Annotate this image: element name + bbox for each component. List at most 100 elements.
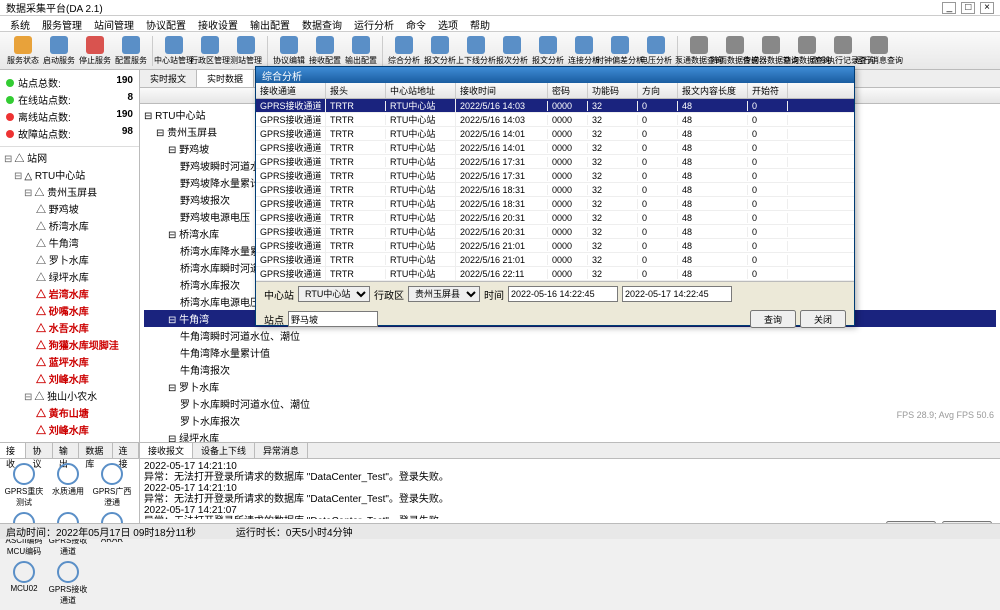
menu-item[interactable]: 输出配置 xyxy=(244,16,296,33)
menu-item[interactable]: 选项 xyxy=(432,16,464,33)
modal-query-button[interactable]: 查询 xyxy=(750,310,796,328)
tab[interactable]: 输出 xyxy=(53,443,79,458)
modal-select-center[interactable]: RTU中心站 xyxy=(298,286,370,302)
modal-table-row[interactable]: GPRS接收通道TRTRRTU中心站2022/5/16 20:310000320… xyxy=(256,211,854,225)
menu-item[interactable]: 服务管理 xyxy=(36,16,88,33)
toolbar-button[interactable]: 协议编辑 xyxy=(272,34,306,68)
modal-table-row[interactable]: GPRS接收通道TRTRRTU中心站2022/5/16 18:310000320… xyxy=(256,183,854,197)
table-row[interactable]: ⊟ 绿坪水库 xyxy=(144,429,996,442)
modal-column-header[interactable]: 接收时间 xyxy=(456,83,548,98)
tree-node[interactable]: △ 牛角湾 xyxy=(4,234,135,251)
modal-table-row[interactable]: GPRS接收通道TRTRRTU中心站2022/5/16 21:010000320… xyxy=(256,239,854,253)
toolbar-button[interactable]: 运行消息查询 xyxy=(862,34,896,68)
tree-node[interactable]: ⊟△ 独山小农水 xyxy=(4,387,135,404)
tree-node[interactable]: △ 桥湾水库 xyxy=(4,217,135,234)
menu-item[interactable]: 数据查询 xyxy=(296,16,348,33)
minimize-button[interactable]: _ xyxy=(942,2,956,14)
modal-column-header[interactable]: 密码 xyxy=(548,83,588,98)
modal-column-header[interactable]: 功能码 xyxy=(588,83,638,98)
tree-node[interactable]: △ 刘峰水库 xyxy=(4,421,135,438)
toolbar-button[interactable]: 中心站管理 xyxy=(157,34,191,68)
tree-node[interactable]: △ 野鸡坡 xyxy=(4,200,135,217)
tree-node[interactable]: △ 黄布山塘 xyxy=(4,404,135,421)
modal-table-row[interactable]: GPRS接收通道TRTRRTU中心站2022/5/16 14:010000320… xyxy=(256,127,854,141)
protocol-icon[interactable]: GPRS广西澄通 xyxy=(92,463,132,508)
tree-node[interactable]: △ 砂嘴水库 xyxy=(4,302,135,319)
modal-column-header[interactable]: 方向 xyxy=(638,83,678,98)
tree-node[interactable]: △ 刘峰水库 xyxy=(4,370,135,387)
tree-node[interactable]: ⊟△ 站网 xyxy=(4,149,135,166)
maximize-button[interactable]: □ xyxy=(961,2,975,14)
menu-item[interactable]: 协议配置 xyxy=(140,16,192,33)
modal-table-row[interactable]: GPRS接收通道TRTRRTU中心站2022/5/16 17:310000320… xyxy=(256,169,854,183)
table-row[interactable]: 牛角湾瞬时河道水位、潮位 xyxy=(144,327,996,344)
modal-input-time-start[interactable] xyxy=(508,286,618,302)
toolbar-button[interactable]: 行政区管理 xyxy=(193,34,227,68)
close-button[interactable]: × xyxy=(980,2,994,14)
menu-item[interactable]: 命令 xyxy=(400,16,432,33)
tree-node[interactable]: △ 绿坪水库 xyxy=(4,268,135,285)
tab[interactable]: 实时数据 xyxy=(197,70,254,87)
modal-table-row[interactable]: GPRS接收通道TRTRRTU中心站2022/5/16 14:030000320… xyxy=(256,113,854,127)
tree-node[interactable]: △ 罗卜水库 xyxy=(4,251,135,268)
log-area[interactable]: 2022-05-17 14:21:10异常：无法打开登录所请求的数据库 "Dat… xyxy=(140,459,1000,519)
modal-select-region[interactable]: 贵州玉屏县 xyxy=(408,286,480,302)
tree-node[interactable]: △ 蓝坪水库 xyxy=(4,353,135,370)
tree-node[interactable]: △ 岩湾水库 xyxy=(4,285,135,302)
protocol-icon[interactable]: MCU02 xyxy=(4,561,44,606)
tree-node[interactable]: △ 水吾水库 xyxy=(4,319,135,336)
tree-node[interactable]: △ 狗獾水库坝脚洼 xyxy=(4,336,135,353)
toolbar-button[interactable]: 启动服务 xyxy=(42,34,76,68)
toolbar-button[interactable]: 输出配置 xyxy=(344,34,378,68)
modal-table-row[interactable]: GPRS接收通道TRTRRTU中心站2022/5/16 21:010000320… xyxy=(256,253,854,267)
modal-input-station[interactable] xyxy=(288,311,378,327)
modal-grid-body[interactable]: GPRS接收通道TRTRRTU中心站2022/5/16 14:030000320… xyxy=(256,99,854,281)
menu-item[interactable]: 帮助 xyxy=(464,16,496,33)
toolbar-button[interactable]: 时钟偏差分析 xyxy=(603,34,637,68)
station-tree[interactable]: ⊟△ 站网⊟△ RTU中心站⊟△ 贵州玉屏县△ 野鸡坡△ 桥湾水库△ 牛角湾△ … xyxy=(0,147,139,442)
modal-table-row[interactable]: GPRS接收通道TRTRRTU中心站2022/5/16 22:110000320… xyxy=(256,267,854,281)
modal-column-header[interactable]: 开始符 xyxy=(748,83,788,98)
table-row[interactable]: ⊟ 罗卜水库 xyxy=(144,378,996,395)
tab[interactable]: 异常消息 xyxy=(255,443,308,458)
modal-table-row[interactable]: GPRS接收通道TRTRRTU中心站2022/5/16 14:010000320… xyxy=(256,141,854,155)
menu-item[interactable]: 系统 xyxy=(4,16,36,33)
toolbar-button[interactable]: 测站管理 xyxy=(229,34,263,68)
menu-item[interactable]: 接收设置 xyxy=(192,16,244,33)
tab[interactable]: 接收报文 xyxy=(140,443,193,458)
modal-column-header[interactable]: 报头 xyxy=(326,83,386,98)
toolbar-button[interactable]: 停止服务 xyxy=(78,34,112,68)
menu-item[interactable]: 运行分析 xyxy=(348,16,400,33)
table-row[interactable]: 牛角湾降水量累计值 xyxy=(144,344,996,361)
tab[interactable]: 数据库 xyxy=(79,443,112,458)
tree-node[interactable]: ⊟△ RTU中心站 xyxy=(4,166,135,183)
protocol-icon[interactable]: 水质通用 xyxy=(48,463,88,508)
tab[interactable]: 协议 xyxy=(26,443,52,458)
tab[interactable]: 连接 xyxy=(113,443,139,458)
toolbar-button[interactable]: 报文分析 xyxy=(531,34,565,68)
toolbar-button[interactable]: 综合分析 xyxy=(387,34,421,68)
modal-column-header[interactable]: 中心站地址 xyxy=(386,83,456,98)
modal-input-time-end[interactable] xyxy=(622,286,732,302)
modal-table-row[interactable]: GPRS接收通道TRTRRTU中心站2022/5/16 20:310000320… xyxy=(256,225,854,239)
menu-item[interactable]: 站间管理 xyxy=(88,16,140,33)
tab[interactable]: 实时报文 xyxy=(140,70,197,87)
modal-table-row[interactable]: GPRS接收通道TRTRRTU中心站2022/5/16 18:310000320… xyxy=(256,197,854,211)
toolbar-button[interactable]: 上下线分析 xyxy=(459,34,493,68)
modal-table-row[interactable]: GPRS接收通道TRTRRTU中心站2022/5/16 17:310000320… xyxy=(256,155,854,169)
table-row[interactable]: 牛角湾报次 xyxy=(144,361,996,378)
toolbar-button[interactable]: 电压分析 xyxy=(639,34,673,68)
protocol-icon[interactable]: GPRS重庆测试 xyxy=(4,463,44,508)
table-row[interactable]: 罗卜水库瞬时河道水位、潮位 xyxy=(144,395,996,412)
modal-table-row[interactable]: GPRS接收通道TRTRRTU中心站2022/5/16 14:030000320… xyxy=(256,99,854,113)
tab[interactable]: 接收 xyxy=(0,443,26,458)
protocol-icon[interactable]: GPRS接收通道 xyxy=(48,561,88,606)
tab[interactable]: 设备上下线 xyxy=(193,443,255,458)
toolbar-button[interactable]: 报次分析 xyxy=(495,34,529,68)
toolbar-button[interactable]: 服务状态 xyxy=(6,34,40,68)
table-row[interactable]: 罗卜水库报次 xyxy=(144,412,996,429)
modal-close-button[interactable]: 关闭 xyxy=(800,310,846,328)
tree-node[interactable]: ⊟△ 贵州玉屏县 xyxy=(4,183,135,200)
modal-column-header[interactable]: 接收通道 xyxy=(256,83,326,98)
toolbar-button[interactable]: 报文分析 xyxy=(423,34,457,68)
